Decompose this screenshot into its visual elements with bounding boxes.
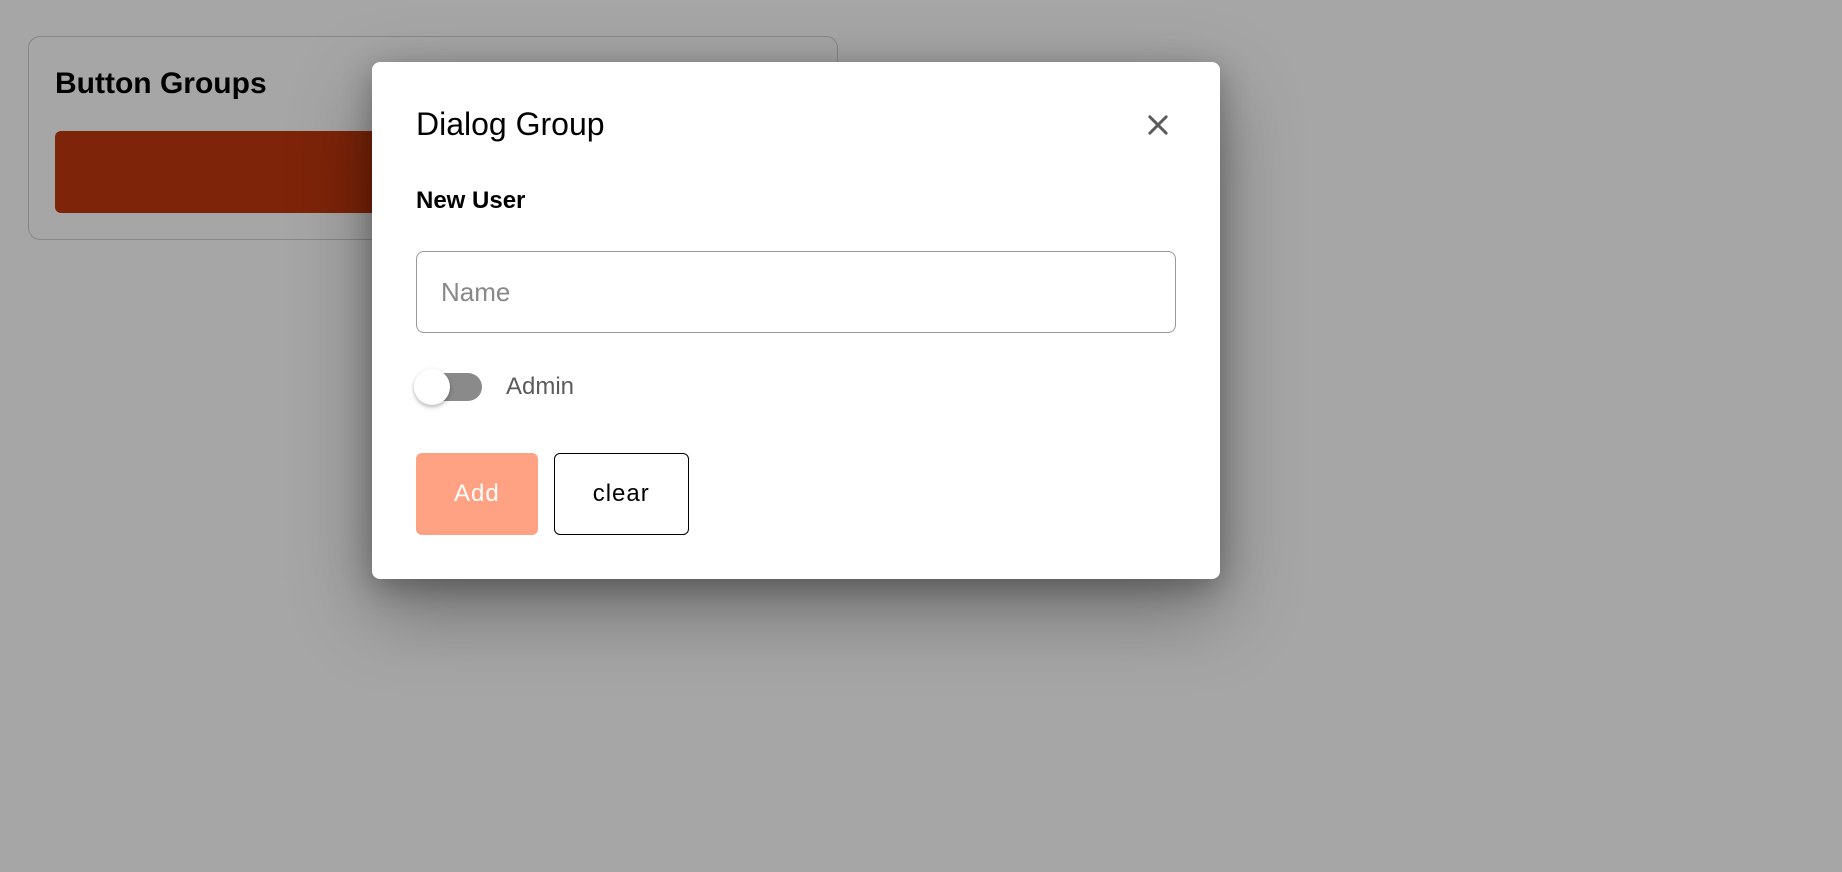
close-icon bbox=[1144, 111, 1172, 139]
admin-toggle-row: Admin bbox=[416, 373, 1176, 401]
dialog-actions: Add clear bbox=[416, 453, 1176, 535]
admin-toggle-label: Admin bbox=[506, 373, 574, 401]
new-user-heading: New User bbox=[416, 187, 1176, 215]
dialog-group: Dialog Group New User Admin Add clear bbox=[372, 62, 1220, 579]
dialog-clear-button[interactable]: clear bbox=[554, 453, 689, 535]
dialog-header: Dialog Group bbox=[416, 106, 1176, 143]
dialog-close-button[interactable] bbox=[1140, 107, 1176, 143]
admin-toggle[interactable] bbox=[416, 373, 482, 401]
name-input[interactable] bbox=[416, 251, 1176, 333]
toggle-knob bbox=[414, 369, 450, 405]
dialog-title: Dialog Group bbox=[416, 106, 605, 143]
dialog-add-button[interactable]: Add bbox=[416, 453, 538, 535]
